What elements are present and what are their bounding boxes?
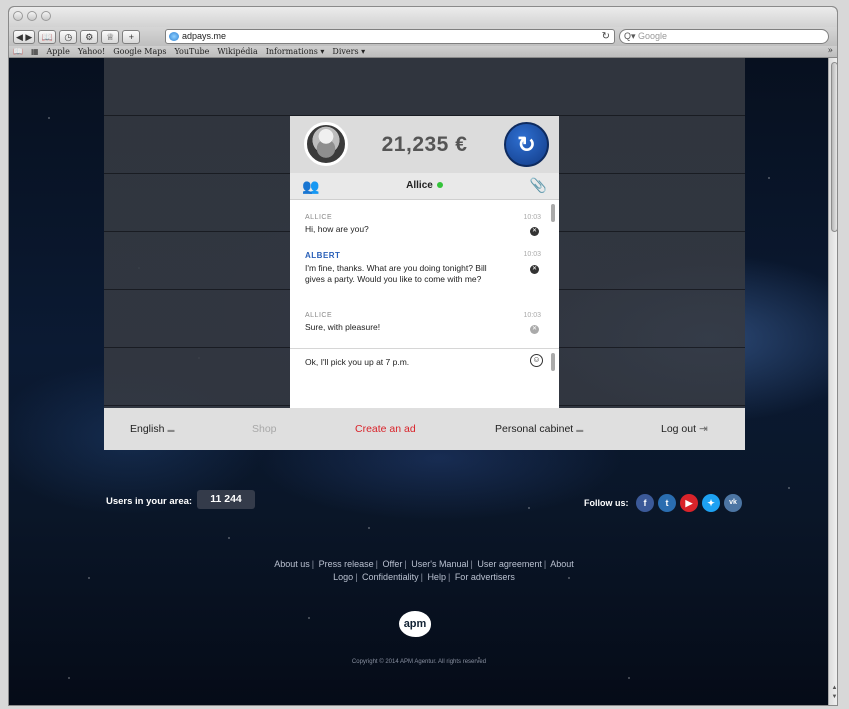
nav-personal-cabinet[interactable]: Personal cabinet ▬	[495, 423, 583, 435]
footer-link[interactable]: Logo	[333, 572, 353, 582]
contact-name: Allice	[406, 180, 433, 191]
follow-label: Follow us:	[584, 498, 629, 508]
twitter-icon[interactable]: ✦	[702, 494, 720, 512]
footer-links: About us | Press release | Offer | User's M…	[274, 559, 574, 582]
emoji-icon[interactable]: ☺	[530, 354, 543, 367]
contact-name-wrap: Allice	[290, 180, 559, 191]
online-status-icon	[436, 182, 443, 189]
minimize-window-icon[interactable]	[27, 11, 37, 21]
chevron-down-icon: ▬	[576, 427, 584, 434]
address-url: adpays.me	[182, 31, 227, 41]
logout-label: Log out	[661, 423, 697, 435]
bookmark-item[interactable]: Wikipédia	[217, 47, 257, 56]
compose-area[interactable]: Ok, I'll pick you up at 7 p.m. ☺	[290, 348, 559, 409]
message-time: 10:03	[523, 251, 541, 258]
search-placeholder: Google	[638, 31, 668, 41]
page-scrollbar[interactable]: ▲ ▼	[828, 58, 837, 705]
chevron-more-icon[interactable]: »	[827, 46, 833, 56]
chat-header: 21,235 € ↻	[290, 116, 559, 173]
message-item: ALLICE 10:03 Hi, how are you? ✕	[305, 214, 541, 236]
youtube-icon[interactable]: ▶	[680, 494, 698, 512]
reload-icon[interactable]: ↻	[602, 30, 610, 43]
chat-widget: 21,235 € ↻ 👥 Allice 📎 ALLICE 10:03 Hi, h…	[290, 116, 559, 409]
footer-link[interactable]: Press release	[319, 559, 374, 569]
message-scrollbar[interactable]	[551, 204, 555, 222]
message-text: I'm fine, thanks. What are you doing ton…	[305, 263, 487, 284]
zoom-window-icon[interactable]	[41, 11, 51, 21]
footer-link[interactable]: For advertisers	[455, 572, 515, 582]
bookmark-item[interactable]: Google Maps	[113, 47, 166, 56]
site-favicon-icon	[169, 32, 179, 41]
search-field[interactable]: Q▾ Google	[619, 29, 829, 44]
top-sites-icon[interactable]: ♕	[101, 29, 120, 44]
search-icon: Q▾	[624, 31, 636, 41]
window-controls	[13, 11, 51, 21]
footer-link[interactable]: User agreement	[477, 559, 542, 569]
users-count: 11 244	[197, 490, 255, 509]
back-button[interactable]: ◀ ▶	[13, 29, 36, 44]
footer-link[interactable]: Confidentiality	[362, 572, 419, 582]
message-time: 10:03	[523, 214, 541, 221]
language-label: English	[130, 423, 165, 435]
footer-link[interactable]: About us	[274, 559, 310, 569]
social-links: f t ▶ ✦ vk	[636, 494, 742, 512]
tumblr-icon[interactable]: t	[658, 494, 676, 512]
chat-contact-bar: 👥 Allice 📎	[290, 173, 559, 200]
refresh-icon[interactable]: ↻	[504, 122, 549, 167]
message-list[interactable]: ALLICE 10:03 Hi, how are you? ✕ ALBERT 1…	[290, 200, 559, 348]
apm-logo[interactable]: apm	[399, 611, 431, 637]
copyright: Copyright © 2014 APM Agentur. All rights…	[351, 659, 487, 665]
message-sender: ALBERT	[305, 251, 341, 260]
new-tab-button[interactable]: +	[122, 29, 141, 44]
close-window-icon[interactable]	[13, 11, 23, 21]
main-nav: English ▬ Shop Create an ad Personal cabi…	[104, 408, 745, 450]
logout-button[interactable]: Log out ⇥	[661, 423, 708, 435]
footer-link[interactable]: About	[550, 559, 574, 569]
message-text: Sure, with pleasure!	[305, 322, 381, 332]
settings-gear-icon[interactable]: ⚙	[80, 29, 99, 44]
bookmark-item[interactable]: Informations ▾	[266, 47, 325, 56]
titlebar	[9, 7, 837, 27]
compose-input[interactable]: Ok, I'll pick you up at 7 p.m.	[305, 357, 409, 367]
footer-link[interactable]: User's Manual	[411, 559, 468, 569]
bookmark-item[interactable]: Divers ▾	[332, 47, 365, 56]
message-item: ALBERT 10:03 I'm fine, thanks. What are …	[305, 251, 541, 285]
bookmark-item[interactable]: Yahoo!	[78, 47, 105, 56]
vk-icon[interactable]: vk	[724, 494, 742, 512]
history-clock-icon[interactable]: ◷	[59, 29, 78, 44]
message-text: Hi, how are you?	[305, 224, 369, 234]
message-sender: ALLICE	[305, 312, 333, 319]
scrollbar-thumb[interactable]	[831, 62, 837, 232]
compose-scrollbar[interactable]	[551, 353, 555, 371]
users-label: Users in your area:	[106, 496, 193, 507]
chevron-down-icon: ▬	[167, 427, 175, 434]
attachment-icon[interactable]: 📎	[530, 177, 547, 194]
nav-create-ad[interactable]: Create an ad	[355, 423, 416, 435]
bookmarks-book-icon[interactable]: 📖	[38, 29, 57, 44]
page-viewport: 21,235 € ↻ 👥 Allice 📎 ALLICE 10:03 Hi, h…	[9, 58, 828, 705]
address-bar[interactable]: adpays.me ↻	[165, 29, 615, 44]
footer-link[interactable]: Help	[427, 572, 446, 582]
delete-message-icon[interactable]: ✕	[530, 265, 539, 274]
browser-toolbar: ◀ ▶ 📖 ◷ ⚙ ♕ + adpays.me ↻ Q▾ Google	[9, 27, 837, 46]
delete-message-icon[interactable]: ✕	[530, 325, 539, 334]
reading-list-icon[interactable]: 📖	[13, 47, 23, 56]
language-selector[interactable]: English ▬	[130, 423, 174, 435]
grid-icon[interactable]: ▦	[31, 47, 39, 56]
bookmark-item[interactable]: Apple	[47, 47, 70, 56]
message-sender: ALLICE	[305, 214, 333, 221]
nav-shop[interactable]: Shop	[252, 423, 277, 435]
scroll-arrows-icon[interactable]: ▲ ▼	[829, 681, 837, 705]
footer-link[interactable]: Offer	[383, 559, 403, 569]
browser-window: ◀ ▶ 📖 ◷ ⚙ ♕ + adpays.me ↻ Q▾ Google 📖 ▦ …	[8, 6, 838, 706]
message-time: 10:03	[523, 312, 541, 319]
message-item: ALLICE 10:03 Sure, with pleasure! ✕	[305, 312, 541, 334]
delete-message-icon[interactable]: ✕	[530, 227, 539, 236]
facebook-icon[interactable]: f	[636, 494, 654, 512]
personal-cabinet-label: Personal cabinet	[495, 423, 574, 435]
logout-icon: ⇥	[698, 423, 708, 435]
bookmark-item[interactable]: YouTube	[174, 47, 209, 56]
bookmarks-bar: 📖 ▦ Apple Yahoo! Google Maps YouTube Wik…	[9, 46, 837, 58]
